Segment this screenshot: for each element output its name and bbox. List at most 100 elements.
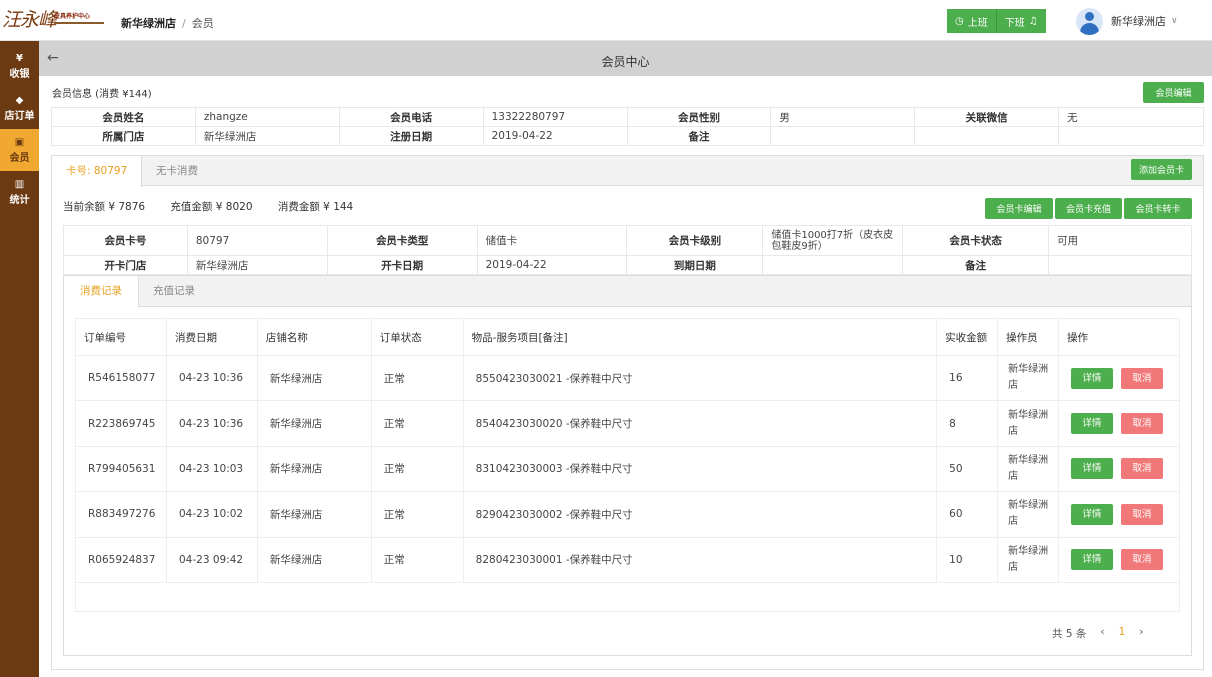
order-date: 04-23 09:42	[165, 536, 258, 583]
sidebar-item-cashier[interactable]: ¥ 收银	[0, 45, 39, 87]
info-label: 注册日期	[338, 126, 484, 146]
order-operator: 新华绿洲店	[997, 491, 1060, 538]
cancel-button[interactable]: 取消	[1121, 413, 1164, 435]
card-recharge-button[interactable]: 会员卡充值	[1055, 198, 1122, 219]
order-store: 新华绿洲店	[256, 536, 372, 583]
info-label: 所属门店	[51, 126, 196, 146]
order-actions: 详情 取消	[1058, 536, 1180, 583]
order-amount: 50	[936, 445, 999, 493]
tab-no-card-spend[interactable]: 无卡消费	[142, 156, 212, 186]
info-label	[914, 126, 1060, 146]
column-header: 操作员	[997, 318, 1060, 356]
info-label: 会员卡级别	[626, 225, 764, 256]
tab-recharge-records[interactable]: 充值记录	[137, 276, 211, 307]
order-actions: 详情 取消	[1058, 400, 1180, 447]
detail-button[interactable]: 详情	[1071, 367, 1114, 389]
user-name: 新华绿洲店	[1111, 15, 1166, 28]
card-transfer-button[interactable]: 会员卡转卡	[1124, 198, 1192, 219]
logo-script: 汪永峰	[2, 9, 57, 31]
pagination-current-page[interactable]: 1	[1119, 626, 1126, 641]
member-edit-button[interactable]: 会员编辑	[1143, 82, 1204, 103]
avatar-head	[1085, 11, 1094, 21]
breadcrumb-store[interactable]: 新华绿洲店	[121, 17, 176, 30]
column-header: 操作	[1058, 318, 1180, 356]
clock-in-label: 上班	[967, 17, 988, 29]
info-label: 会员卡状态	[902, 225, 1050, 256]
tab-spend-records[interactable]: 消费记录	[64, 276, 139, 308]
sidebar-item-orders[interactable]: ◆ 店订单	[0, 87, 39, 129]
cancel-button[interactable]: 取消	[1121, 367, 1164, 389]
info-value: 2019-04-22	[476, 255, 628, 275]
order-amount: 16	[936, 354, 999, 402]
detail-button[interactable]: 详情	[1071, 458, 1114, 480]
order-amount: 10	[936, 536, 999, 583]
brand-logo[interactable]: 汪永峰 皮具养护中心 · · ·	[2, 3, 110, 39]
table-row: R065924837 04-23 09:42 新华绿洲店 正常 82804230…	[75, 536, 1180, 583]
records-tabs: 消费记录 充值记录	[64, 276, 1191, 308]
card-totals: 当前余额 ¥ 7876 充值金额 ¥ 8020 消费金额 ¥ 144	[63, 199, 375, 214]
sidebar-item-label: 统计	[9, 195, 30, 206]
sidebar-item-stats[interactable]: ▥ 统计	[0, 171, 39, 213]
column-header: 物品-服务项目[备注]	[462, 318, 938, 356]
order-item: 8540423030020 -保养鞋中尺寸	[462, 400, 938, 447]
table-row: R799405631 04-23 10:03 新华绿洲店 正常 83104230…	[75, 445, 1180, 493]
info-label: 备注	[626, 126, 772, 146]
card-edit-button[interactable]: 会员卡编辑	[985, 198, 1053, 219]
bell-icon: ♫	[1028, 15, 1038, 27]
cancel-button[interactable]: 取消	[1121, 458, 1164, 480]
clock-out-button[interactable]: 下班 ♫	[996, 9, 1046, 33]
order-date: 04-23 10:36	[165, 400, 258, 447]
info-value	[1048, 255, 1192, 275]
spend-total-text: 消费金额 ¥ 144	[277, 201, 354, 213]
breadcrumb-page: 会员	[191, 17, 214, 30]
order-status: 正常	[370, 491, 464, 538]
info-label: 备注	[902, 255, 1050, 275]
pagination-next-icon[interactable]: ›	[1139, 626, 1143, 641]
sidebar-item-label: 店订单	[4, 111, 35, 122]
cancel-button[interactable]: 取消	[1121, 503, 1164, 525]
detail-button[interactable]: 详情	[1071, 413, 1114, 435]
avatar	[1076, 7, 1103, 35]
sidebar-item-members[interactable]: ▣ 会员	[0, 129, 39, 171]
order-item: 8310423030003 -保养鞋中尺寸	[462, 445, 938, 493]
table-row: R223869745 04-23 10:36 新华绿洲店 正常 85404230…	[75, 400, 1180, 447]
logo-divider	[54, 22, 104, 24]
user-menu[interactable]: 新华绿洲店 ∨	[1076, 7, 1178, 35]
order-operator: 新华绿洲店	[997, 400, 1060, 447]
info-value: 储值卡1000打7折（皮衣皮包鞋皮9折）	[762, 225, 904, 256]
clock-icon: ◷	[955, 15, 964, 27]
info-label: 会员卡类型	[326, 225, 478, 256]
info-value: 80797	[186, 225, 328, 256]
tag-icon: ◆	[15, 95, 24, 106]
table-row: 开卡门店 新华绿洲店 开卡日期 2019-04-22 到期日期 备注	[63, 255, 1192, 275]
order-status: 正常	[370, 445, 464, 493]
clock-in-button[interactable]: ◷ 上班	[947, 9, 997, 33]
order-item: 8550423030021 -保养鞋中尺寸	[462, 354, 938, 402]
tab-card-80797[interactable]: 卡号: 80797	[52, 156, 143, 187]
page-title: 会员中心	[601, 55, 650, 69]
info-value	[1058, 126, 1204, 146]
member-card-icon: ▣	[14, 137, 25, 148]
order-store: 新华绿洲店	[256, 354, 372, 402]
order-item: 8280423030001 -保养鞋中尺寸	[462, 536, 938, 583]
member-section-title: 会员信息 (消费 ¥144)	[52, 89, 152, 100]
detail-button[interactable]: 详情	[1071, 503, 1114, 525]
info-label: 会员性别	[626, 107, 772, 127]
info-value: zhangze	[194, 107, 340, 127]
chevron-down-icon: ∨	[1171, 16, 1178, 26]
info-value	[770, 126, 916, 146]
order-status: 正常	[370, 536, 464, 583]
info-value: 新华绿洲店	[186, 255, 328, 275]
order-store: 新华绿洲店	[256, 491, 372, 538]
order-id: R546158077	[75, 354, 167, 402]
cancel-button[interactable]: 取消	[1121, 549, 1164, 571]
add-member-card-button[interactable]: 添加会员卡	[1131, 159, 1192, 180]
table-row: 会员姓名 zhangze 会员电话 13322280797 会员性别 男 关联微…	[51, 107, 1204, 127]
info-label: 关联微信	[914, 107, 1060, 127]
detail-button[interactable]: 详情	[1071, 549, 1114, 571]
order-date: 04-23 10:02	[165, 491, 258, 538]
card-info-table: 会员卡号 80797 会员卡类型 储值卡 会员卡级别 储值卡1000打7折（皮衣…	[63, 225, 1192, 275]
clock-out-label: 下班	[1004, 17, 1025, 29]
pagination-prev-icon[interactable]: ‹	[1100, 626, 1104, 641]
table-header-row: 订单编号 消费日期 店铺名称 订单状态 物品-服务项目[备注] 实收金额 操作员…	[75, 318, 1180, 356]
